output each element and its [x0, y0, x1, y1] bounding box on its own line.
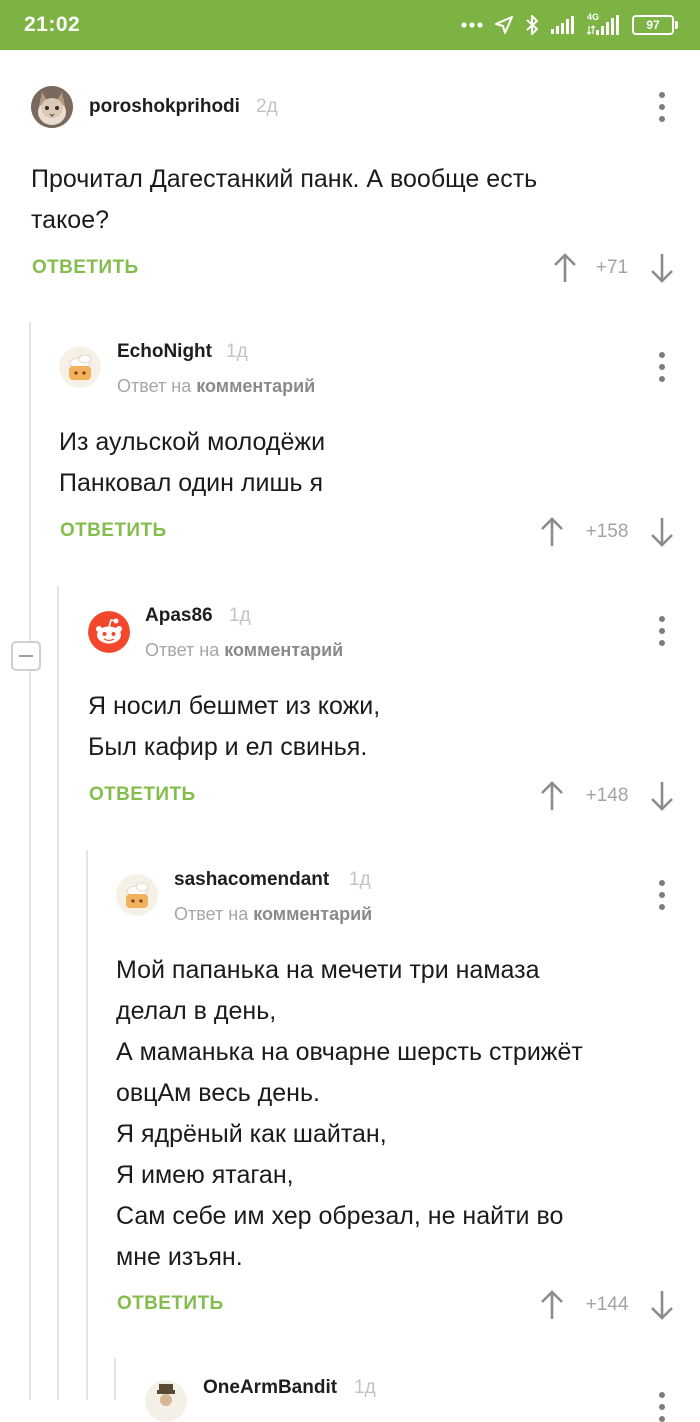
reply-button[interactable]: ОТВЕТИТЬ — [60, 520, 167, 542]
comment-age: 1д — [229, 605, 251, 626]
reply-to-link[interactable]: комментарий — [224, 640, 343, 660]
comment-age: 1д — [354, 1377, 376, 1398]
downvote-arrow-icon[interactable] — [650, 253, 674, 283]
comment-age: 2д — [256, 96, 278, 117]
thread-line-1 — [29, 322, 31, 1400]
username[interactable]: OneArmBandit — [203, 1377, 337, 1399]
downvote-arrow-icon[interactable] — [650, 1290, 674, 1320]
comment-text: Из аульской молодёжи Панковал один лишь … — [59, 428, 326, 497]
reply-button[interactable]: ОТВЕТИТЬ — [117, 1293, 224, 1315]
reply-to-line: Ответ на комментарий — [145, 640, 344, 660]
downvote-arrow-icon[interactable] — [650, 517, 674, 547]
avatar[interactable] — [88, 611, 130, 653]
reply-button[interactable]: ОТВЕТИТЬ — [89, 784, 196, 806]
more-menu-icon[interactable] — [657, 92, 667, 122]
username[interactable]: sashacomendant — [174, 869, 329, 891]
reply-to-line: Ответ на комментарий — [174, 904, 373, 924]
comment-age: 1д — [226, 341, 248, 362]
rating: +71 — [595, 257, 629, 278]
rating: +144 — [585, 1294, 629, 1315]
avatar[interactable] — [116, 874, 158, 916]
thread-line-2 — [57, 586, 59, 1400]
reply-to-link[interactable]: комментарий — [253, 904, 372, 924]
more-menu-icon[interactable] — [657, 1392, 667, 1422]
more-menu-icon[interactable] — [657, 616, 667, 646]
username[interactable]: poroshokprihodi — [89, 96, 240, 118]
reply-button[interactable]: ОТВЕТИТЬ — [32, 257, 139, 279]
upvote-arrow-icon[interactable] — [540, 517, 564, 547]
rating: +158 — [585, 521, 629, 542]
more-menu-icon[interactable] — [657, 352, 667, 382]
avatar[interactable] — [145, 1380, 187, 1422]
avatar[interactable] — [31, 86, 73, 128]
username[interactable]: Apas86 — [145, 605, 213, 627]
comment-text: Мой папанька на мечети три намаза делал … — [116, 956, 583, 1271]
downvote-arrow-icon[interactable] — [650, 781, 674, 811]
comment-text: Прочитал Дагестанкий панк. А вообще есть… — [31, 165, 538, 234]
thread-line-3 — [86, 850, 88, 1400]
upvote-arrow-icon[interactable] — [540, 781, 564, 811]
comment-text: Я носил бешмет из кожи, Был кафир и ел с… — [88, 692, 381, 761]
reply-to-link[interactable]: комментарий — [196, 376, 315, 396]
comment-poroshokprihodi: poroshokprihodi 2д Прочитал Дагестанкий … — [0, 0, 700, 300]
upvote-arrow-icon[interactable] — [553, 253, 577, 283]
rating: +148 — [585, 785, 629, 806]
upvote-arrow-icon[interactable] — [540, 1290, 564, 1320]
collapse-thread-button[interactable] — [11, 641, 41, 671]
username[interactable]: EchoNight — [117, 341, 212, 363]
comment-age: 1д — [349, 869, 371, 890]
avatar[interactable] — [59, 346, 101, 388]
thread-line-4 — [114, 1358, 116, 1400]
reply-to-line: Ответ на комментарий — [117, 376, 316, 396]
more-menu-icon[interactable] — [657, 880, 667, 910]
